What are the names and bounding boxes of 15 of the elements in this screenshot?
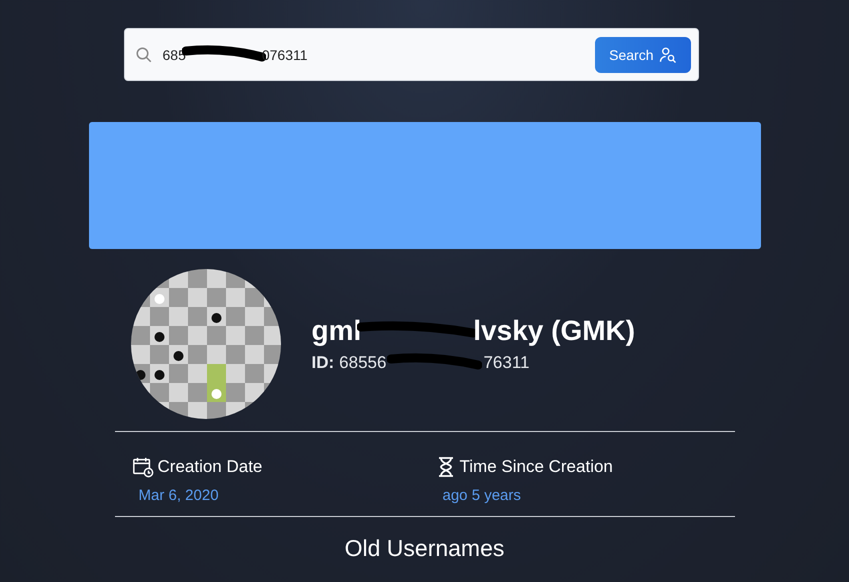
- search-icon: [134, 46, 152, 64]
- search-button[interactable]: Search: [595, 36, 690, 72]
- username: lvsky (GMK): [473, 315, 636, 347]
- calendar-clock-icon: [132, 456, 154, 478]
- stat-label: Time Since Creation: [460, 457, 613, 477]
- stat-value: Mar 6, 2020: [138, 487, 219, 504]
- id-value: 68556: [339, 353, 386, 373]
- search-value: 685: [162, 46, 186, 62]
- id-label: ID:: [312, 353, 334, 373]
- section-title: Old Usernames: [344, 535, 504, 562]
- user-search-icon: [658, 46, 676, 64]
- stat-label: Creation Date: [158, 457, 262, 477]
- id-value: 76311: [483, 353, 530, 373]
- username: gml: [312, 315, 362, 347]
- stat-value: ago 5 years: [442, 487, 521, 504]
